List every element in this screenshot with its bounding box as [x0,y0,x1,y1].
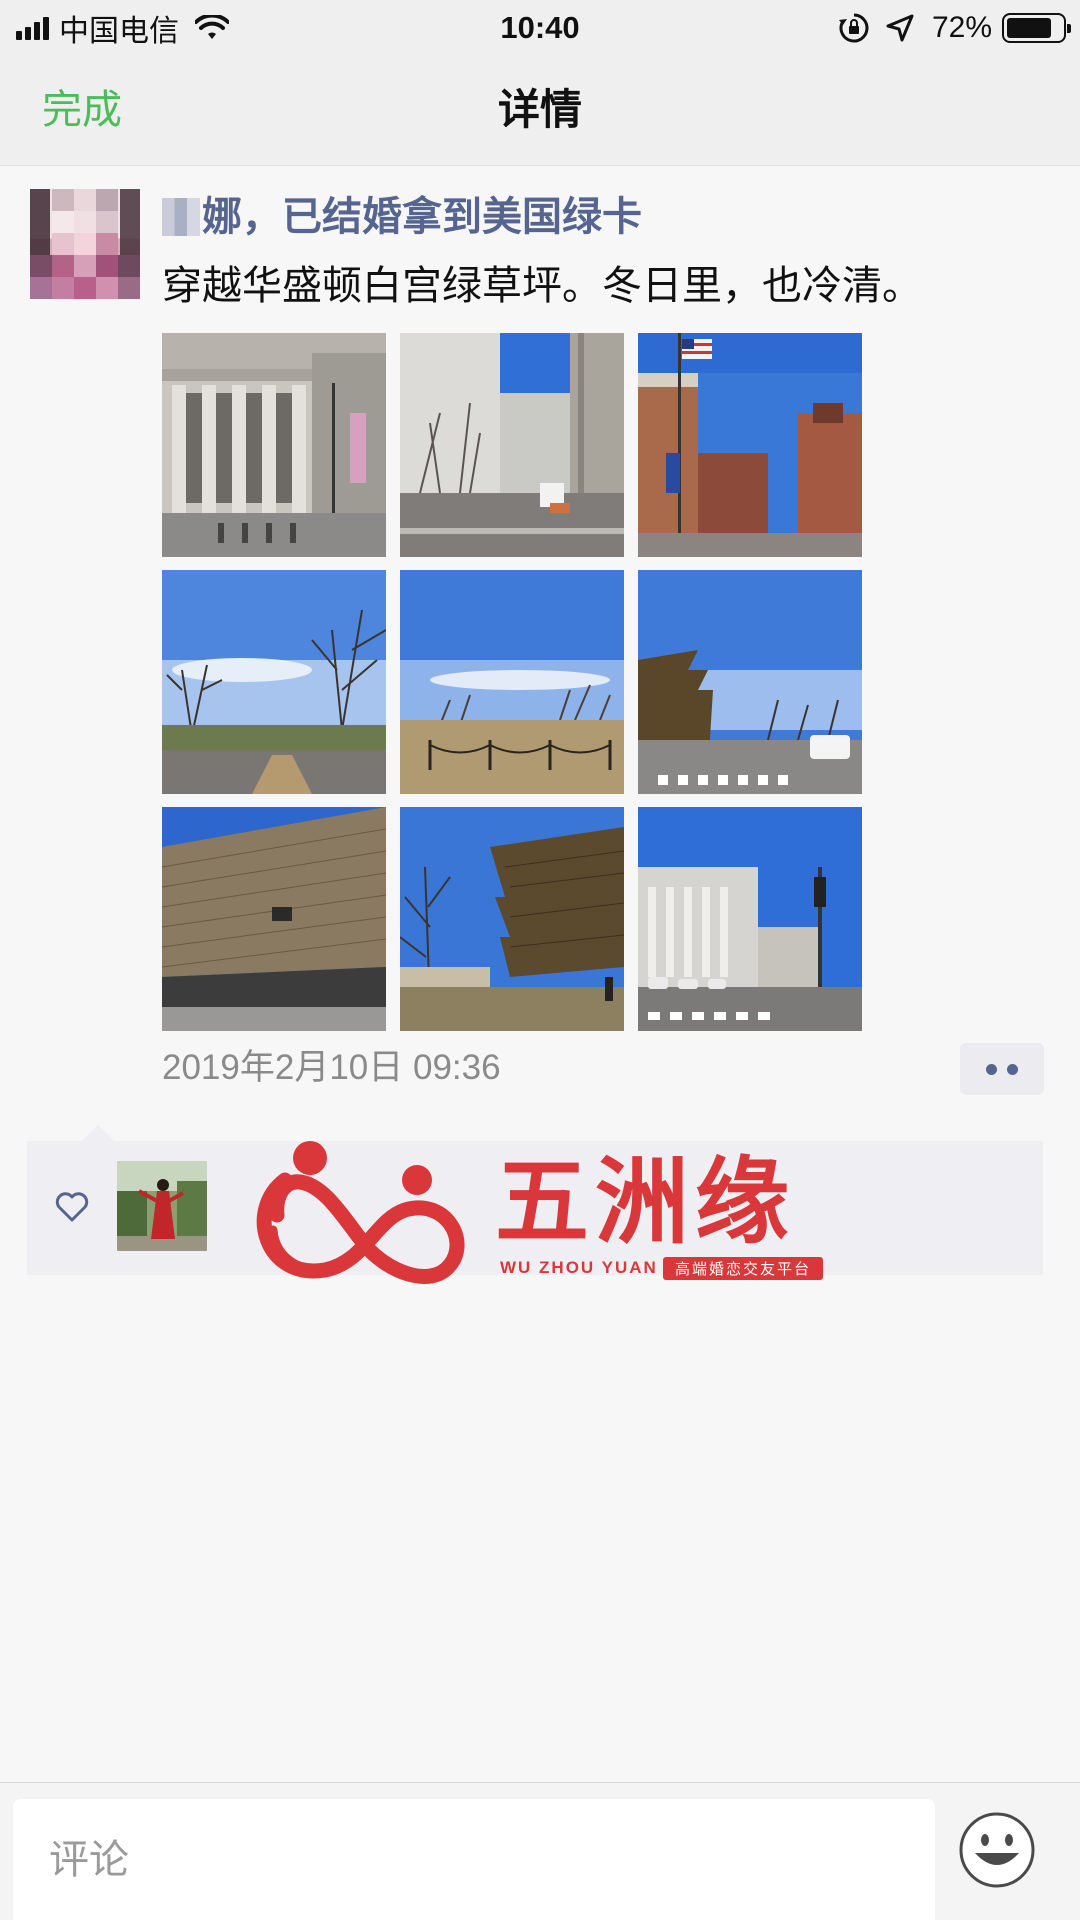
page-title: 详情 [497,86,582,133]
post-timestamp: 2019年2月10日 09:36 [162,1048,501,1087]
heart-icon [55,1192,89,1222]
photo-columned-building[interactable] [162,333,386,557]
wuzhouyuan-watermark: 五洲缘 WU ZHOU YUAN 高端婚恋交友平台 [255,1140,835,1290]
location-icon [886,14,914,42]
author-name[interactable]: 娜，已结婚拿到美国绿卡 [162,191,642,243]
author-name-text: 娜，已结婚拿到美国绿卡 [202,195,642,239]
photo-bronze-museum-building[interactable] [162,807,386,1031]
liker-avatar[interactable] [117,1161,207,1251]
post-text: 穿越华盛顿白宫绿草坪。冬日里，也冷清。 [162,264,922,308]
author-avatar[interactable] [30,189,140,299]
photo-bronze-museum-with-tree[interactable] [400,807,624,1031]
name-redaction [162,198,200,236]
status-bar: 中国电信 10:40 72% [0,0,1080,54]
comment-input[interactable] [13,1799,935,1920]
likes-pointer [82,1125,114,1141]
photo-bare-trees-and-sky[interactable] [162,570,386,794]
battery-icon [1002,13,1071,43]
navigation-bar: 完成 详情 [0,54,1080,166]
battery-percent: 72% [931,11,992,44]
photo-grid [162,333,862,1031]
photo-brick-building-with-flag[interactable] [638,333,862,557]
photo-street-with-white-building[interactable] [638,807,862,1031]
comment-bar [0,1782,1080,1920]
photo-lawn-with-rope-fence[interactable] [400,570,624,794]
more-actions-button[interactable] [960,1043,1044,1095]
photo-museum-and-street[interactable] [638,570,862,794]
watermark-tagline: 高端婚恋交友平台 [663,1257,824,1280]
photo-modern-building-and-checkpoint[interactable] [400,333,624,557]
watermark-logo-icon [256,1141,465,1284]
emoji-smile-icon[interactable] [958,1811,1036,1889]
orientation-lock-icon [838,13,869,43]
status-right: 72% [838,8,1071,48]
moments-detail-screen: 中国电信 10:40 72% 完成 详情 娜，已结婚拿到美国绿卡 穿越华盛顿白宫… [0,0,1080,1920]
watermark-subtitle: WU ZHOU YUAN [500,1258,658,1277]
watermark-title: 五洲缘 [495,1149,796,1254]
